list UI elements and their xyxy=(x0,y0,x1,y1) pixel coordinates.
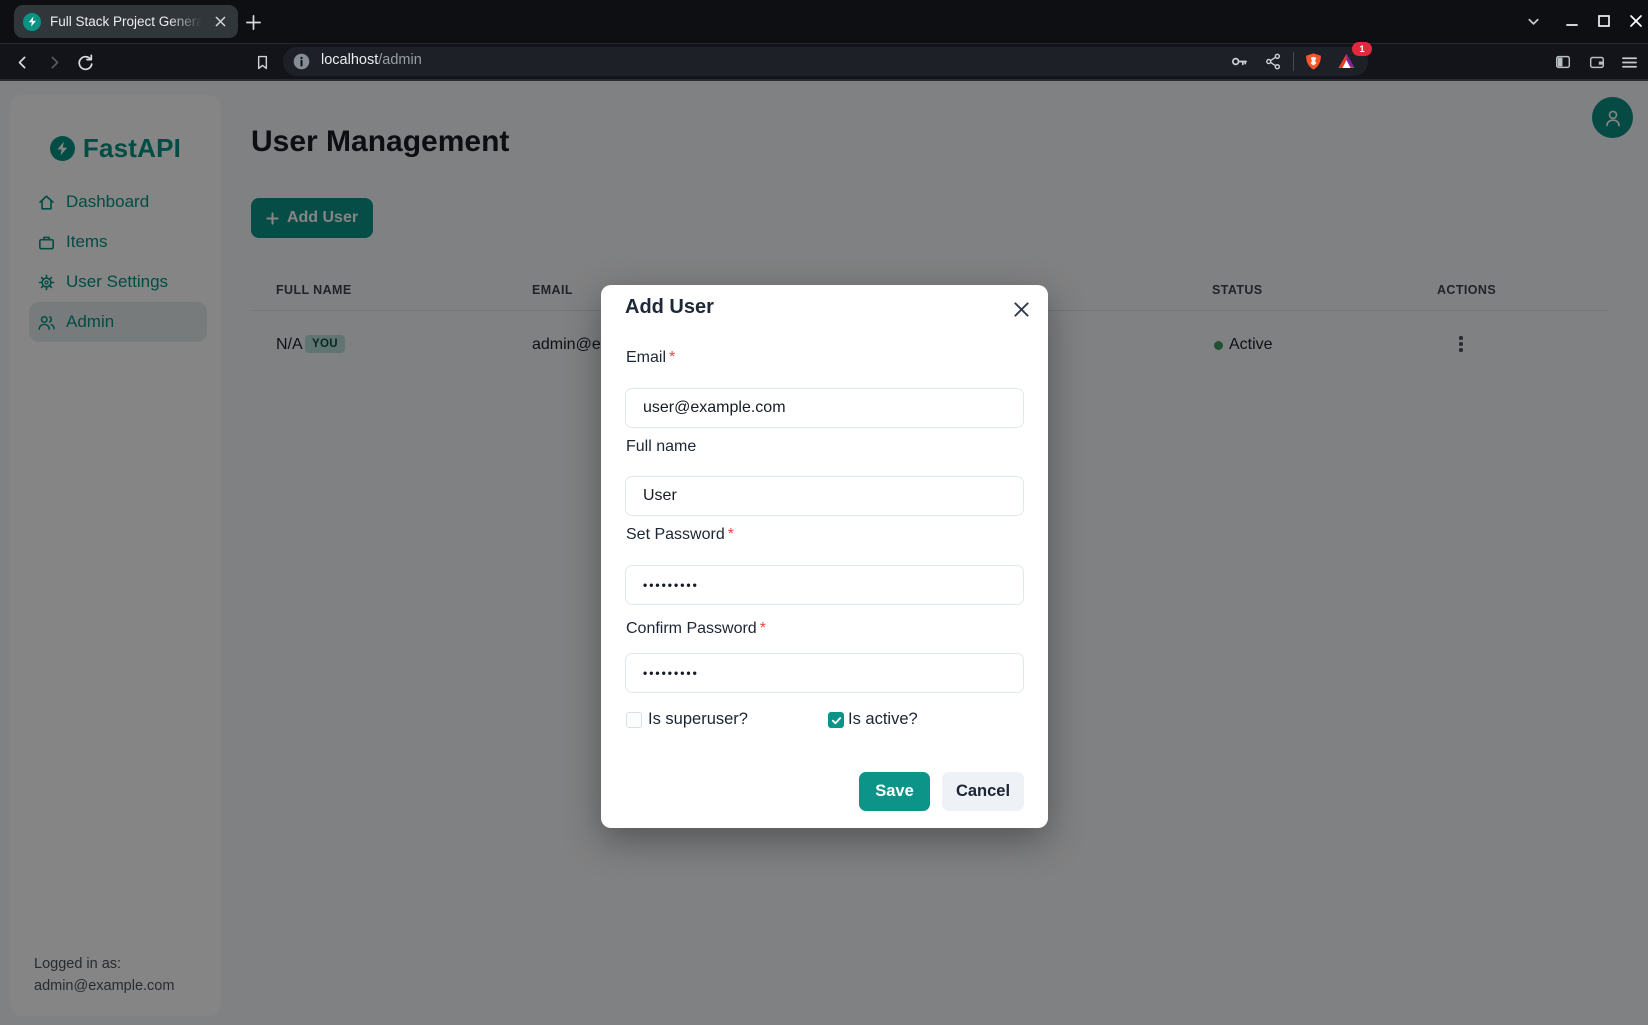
set-password-field[interactable] xyxy=(625,565,1024,605)
checkmark-icon xyxy=(831,715,842,726)
browser-titlebar: Full Stack Project Genera xyxy=(0,0,1648,43)
email-label: Email* xyxy=(626,349,675,367)
is-superuser-checkbox[interactable] xyxy=(626,712,642,728)
rewards-notification-badge: 1 xyxy=(1352,42,1372,56)
browser-navbar: localhost/admin xyxy=(0,43,1648,82)
required-asterisk: * xyxy=(760,620,766,637)
share-button[interactable] xyxy=(1264,52,1283,71)
modal-title: Add User xyxy=(625,296,714,319)
confirm-password-field[interactable] xyxy=(625,653,1024,693)
add-user-modal: Add User Email* Full name Set Password* … xyxy=(601,285,1048,828)
set-password-label: Set Password* xyxy=(626,526,734,544)
is-active-checkbox[interactable] xyxy=(828,712,844,728)
reload-button[interactable] xyxy=(75,52,95,72)
urlbar-divider xyxy=(1293,52,1294,71)
window-minimize-button[interactable] xyxy=(1561,10,1583,32)
tab-search-button[interactable] xyxy=(1522,10,1544,32)
window-close-button[interactable] xyxy=(1625,10,1647,32)
fastapi-favicon-icon xyxy=(23,13,41,31)
browser-window: Full Stack Project Genera xyxy=(0,0,1648,1025)
bookmark-button[interactable] xyxy=(252,52,272,72)
page-viewport: FastAPI Dashboard Items User Settings xyxy=(0,81,1648,1025)
brave-rewards-button[interactable] xyxy=(1337,52,1356,71)
forward-button[interactable] xyxy=(44,52,64,72)
required-asterisk: * xyxy=(728,526,734,543)
back-button[interactable] xyxy=(12,52,32,72)
sidebar-toggle-button[interactable] xyxy=(1553,52,1573,72)
tab-title: Full Stack Project Genera xyxy=(50,14,202,29)
confirm-password-label: Confirm Password* xyxy=(626,620,766,638)
close-icon xyxy=(1013,301,1030,318)
wallet-button[interactable] xyxy=(1587,52,1607,72)
window-maximize-button[interactable] xyxy=(1593,10,1615,32)
browser-menu-button[interactable] xyxy=(1619,52,1639,72)
url-host: localhost xyxy=(321,52,378,68)
required-asterisk: * xyxy=(669,349,675,366)
email-field[interactable] xyxy=(625,388,1024,428)
browser-tab[interactable]: Full Stack Project Genera xyxy=(14,5,238,38)
full-name-label: Full name xyxy=(626,438,696,456)
password-manager-button[interactable] xyxy=(1230,52,1249,71)
modal-close-button[interactable] xyxy=(1006,294,1036,324)
is-superuser-label: Is superuser? xyxy=(648,710,748,729)
url-text: localhost/admin xyxy=(321,52,422,68)
url-bar[interactable]: localhost/admin xyxy=(283,47,1368,76)
full-name-field[interactable] xyxy=(625,476,1024,516)
is-active-label: Is active? xyxy=(848,710,918,729)
save-button[interactable]: Save xyxy=(859,772,930,811)
url-path: /admin xyxy=(378,52,422,68)
tab-close-button[interactable] xyxy=(211,13,229,31)
brave-shields-button[interactable] xyxy=(1304,52,1323,71)
cancel-button[interactable]: Cancel xyxy=(942,772,1024,811)
site-info-button[interactable] xyxy=(292,52,311,71)
new-tab-button[interactable] xyxy=(243,12,263,32)
